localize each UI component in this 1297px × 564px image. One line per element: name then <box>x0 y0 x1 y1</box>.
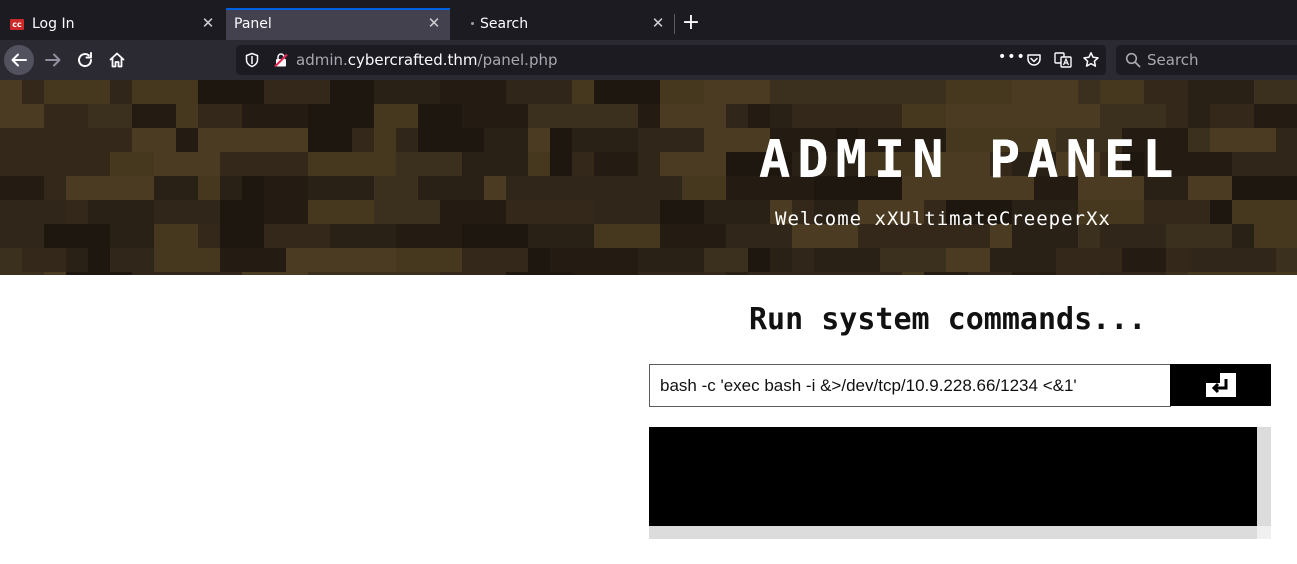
cc-favicon-icon: cc <box>10 18 24 30</box>
tab-separator <box>674 14 675 34</box>
tab-search[interactable]: Search ✕ <box>452 8 674 40</box>
tab-panel[interactable]: Panel ✕ <box>226 8 450 40</box>
tab-log-in[interactable]: cc Log In ✕ <box>0 8 224 40</box>
navigation-toolbar: admin.cybercrafted.thm/panel.php ••• Sea… <box>0 40 1297 80</box>
command-input[interactable] <box>649 364 1171 407</box>
pocket-icon[interactable] <box>1026 52 1042 68</box>
loading-dot-icon <box>471 22 474 25</box>
header-banner: ADMIN PANEL Welcome xXUltimateCreeperXx <box>0 80 1297 275</box>
url-prefix: admin. <box>296 51 348 69</box>
run-command-button[interactable] <box>1170 364 1271 406</box>
close-tab-icon[interactable]: ✕ <box>200 15 216 31</box>
tab-label: Search <box>480 16 529 32</box>
welcome-message: Welcome xXUltimateCreeperXx <box>775 208 1111 230</box>
arrow-right-icon <box>45 53 61 67</box>
search-bar[interactable]: Search <box>1116 45 1297 75</box>
new-tab-plus-icon[interactable]: + <box>679 10 703 36</box>
close-tab-icon[interactable]: ✕ <box>426 15 442 31</box>
vertical-scrollbar[interactable] <box>1257 427 1271 539</box>
back-button[interactable] <box>4 45 34 75</box>
tab-strip: cc Log In ✕ Panel ✕ Search ✕ + <box>0 0 1297 40</box>
arrow-left-icon <box>11 53 27 67</box>
home-icon <box>109 52 125 68</box>
url-host: cybercrafted.thm <box>347 51 478 69</box>
url-path: /panel.php <box>477 51 558 69</box>
tab-label: Log In <box>32 16 75 32</box>
insecure-lock-icon[interactable] <box>273 52 289 68</box>
translate-icon[interactable] <box>1054 52 1072 68</box>
home-button[interactable] <box>102 45 132 75</box>
run-commands-heading: Run system commands... <box>749 302 1147 337</box>
search-icon <box>1125 52 1141 68</box>
horizontal-scrollbar[interactable] <box>649 526 1257 539</box>
reload-icon <box>78 52 93 68</box>
url-text[interactable]: admin.cybercrafted.thm/panel.php <box>296 45 558 75</box>
forward-button[interactable] <box>38 45 68 75</box>
page-actions-more-icon[interactable]: ••• <box>998 49 1026 65</box>
bookmark-star-icon[interactable] <box>1082 51 1100 69</box>
tab-label: Panel <box>234 16 272 32</box>
scrollbar-corner <box>1257 526 1271 539</box>
command-output-area[interactable] <box>649 427 1271 539</box>
close-tab-icon[interactable]: ✕ <box>650 15 666 31</box>
search-placeholder: Search <box>1147 51 1199 69</box>
enter-icon <box>1205 373 1236 397</box>
reload-button[interactable] <box>70 45 100 75</box>
url-bar[interactable]: admin.cybercrafted.thm/panel.php ••• <box>236 45 1106 75</box>
page-title: ADMIN PANEL <box>759 130 1181 190</box>
shield-icon[interactable] <box>244 52 260 68</box>
